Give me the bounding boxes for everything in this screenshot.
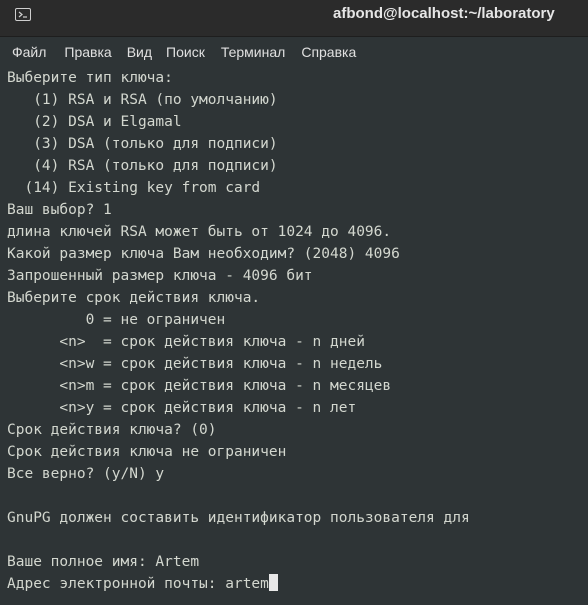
menu-view[interactable]: Вид [127,44,152,60]
terminal-line: Выберите тип ключа: [7,70,173,86]
terminal-line: 0 = не ограничен [7,312,226,328]
menu-help[interactable]: Справка [301,44,356,60]
terminal-line: Срок действия ключа не ограничен [7,444,287,460]
terminal-line: <n>m = срок действия ключа - n месяцев [7,378,392,394]
terminal-line: Срок действия ключа? (0) [7,422,217,438]
text-cursor [268,574,278,591]
terminal-prompt-line[interactable]: Адрес электронной почты: artem [7,573,278,595]
title-bar[interactable]: afbond@localhost:~/laboratory [0,0,588,37]
menu-search[interactable]: Поиск [166,44,205,60]
terminal-window: afbond@localhost:~/laboratory Файл Правк… [0,0,588,605]
menu-bar: Файл Правка Вид Поиск Терминал Справка [0,37,588,67]
terminal-line: (1) RSA и RSA (по умолчанию) [7,92,278,108]
window-title: afbond@localhost:~/laboratory [333,5,555,22]
terminal-line: <n> = срок действия ключа - n дней [7,334,365,350]
terminal-line: <n>w = срок действия ключа - n недель [7,356,383,372]
terminal-line: (14) Existing key from card [7,180,261,196]
terminal-line: Ваше полное имя: Artem [7,554,200,570]
terminal-line: Все верно? (y/N) y [7,466,165,482]
terminal-line: Какой размер ключа Вам необходим? (2048)… [7,246,400,262]
terminal-output[interactable]: Выберите тип ключа: (1) RSA и RSA (по ум… [0,67,588,605]
terminal-line: (4) RSA (только для подписи) [7,158,278,174]
terminal-line: (3) DSA (только для подписи) [7,136,278,152]
terminal-line: Ваш выбор? 1 [7,202,112,218]
menu-edit[interactable]: Правка [64,44,111,60]
terminal-line: длина ключей RSA может быть от 1024 до 4… [7,224,392,240]
terminal-line: (2) DSA и Elgamal [7,114,182,130]
terminal-line: GnuPG должен составить идентификатор пол… [7,510,470,526]
terminal-line: Запрошенный размер ключа - 4096 бит [7,268,313,284]
terminal-icon [15,8,31,21]
terminal-line-text: Адрес электронной почты: artem [7,576,269,592]
menu-file[interactable]: Файл [12,44,46,60]
menu-terminal[interactable]: Терминал [221,44,285,60]
terminal-line: <n>y = срок действия ключа - n лет [7,400,357,416]
terminal-line: Выберите срок действия ключа. [7,290,261,306]
